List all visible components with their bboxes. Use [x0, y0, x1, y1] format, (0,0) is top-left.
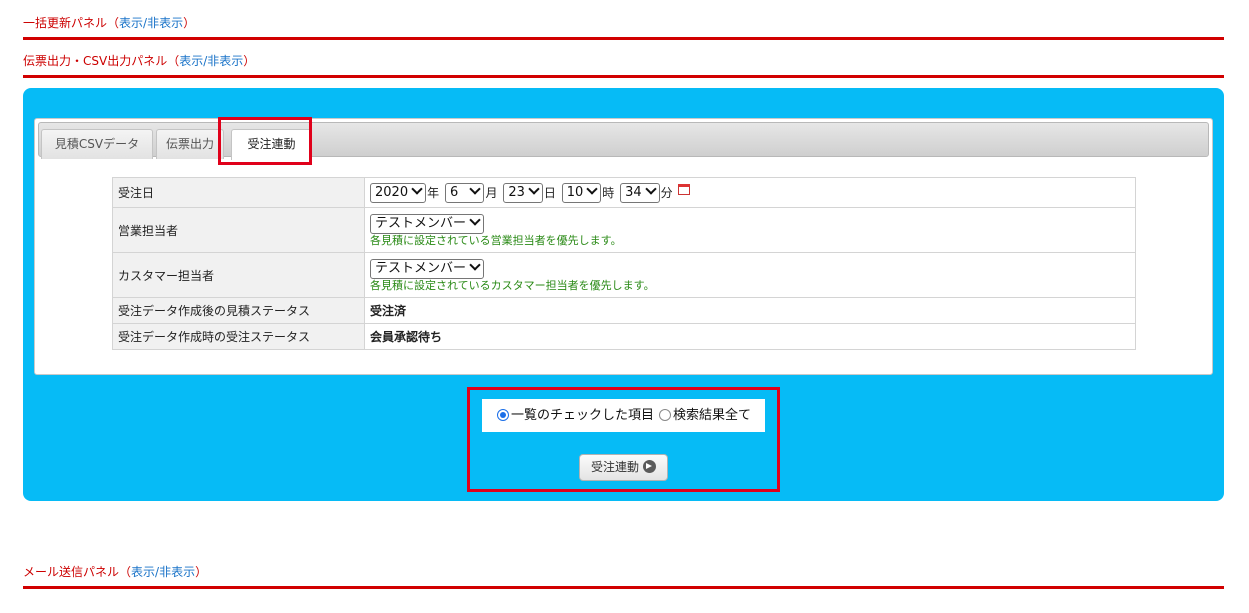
slip-csv-panel-heading: 伝票出力・CSV出力パネル（表示/非表示）: [23, 54, 1224, 78]
estimate-status-label: 受注データ作成後の見積ステータス: [112, 297, 365, 324]
chevron-down-icon: [469, 182, 482, 195]
table-row: 営業担当者 テストメンバー 各見積に設定されている営業担当者を優先します。: [112, 207, 1136, 253]
mail-toggle-link[interactable]: 表示/非表示: [131, 565, 195, 579]
sales-rep-field: テストメンバー 各見積に設定されている営業担当者を優先します。: [364, 207, 1136, 253]
order-date-label: 受注日: [112, 177, 365, 208]
tab-slip-output[interactable]: 伝票出力: [156, 129, 224, 159]
chevron-down-icon: [528, 182, 540, 195]
customer-rep-label: カスタマー担当者: [112, 252, 365, 298]
table-row: 受注日 2020 年 6 月 23 日 10 時 34 分: [112, 177, 1136, 208]
mail-panel-heading: メール送信パネル（表示/非表示）: [23, 565, 1224, 589]
hour-unit: 時: [602, 186, 615, 200]
slip-csv-toggle-link[interactable]: 表示/非表示: [179, 54, 243, 68]
minute-unit: 分: [660, 186, 673, 200]
order-date-field: 2020 年 6 月 23 日 10 時 34 分: [364, 177, 1136, 208]
sales-rep-select[interactable]: テストメンバー: [370, 213, 485, 234]
day-select[interactable]: 23: [503, 182, 543, 203]
order-link-button-label: 受注連動: [590, 460, 639, 474]
bulk-update-toggle-link[interactable]: 表示/非表示: [119, 16, 183, 30]
day-unit: 日: [543, 186, 556, 200]
sales-rep-label: 営業担当者: [112, 207, 365, 253]
chevron-down-icon: [586, 182, 598, 195]
year-select[interactable]: 2020: [370, 182, 427, 203]
chevron-down-icon: [469, 258, 481, 271]
table-row: 受注データ作成後の見積ステータス 受注済: [112, 297, 1136, 324]
paren-open: （: [167, 54, 180, 68]
tab-container: 見積CSVデータ 伝票出力 受注連動 受注日 2020 年 6 月 23 日 10 時…: [34, 117, 1213, 375]
order-link-button[interactable]: 受注連動: [579, 454, 668, 481]
day-value: 23: [508, 184, 525, 200]
table-row: カスタマー担当者 テストメンバー 各見積に設定されているカスタマー担当者を優先し…: [112, 252, 1136, 298]
calendar-icon[interactable]: [677, 184, 690, 195]
month-value: 6: [449, 184, 459, 200]
year-unit: 年: [427, 186, 440, 200]
paren-open: （: [107, 16, 120, 30]
customer-rep-field: テストメンバー 各見積に設定されているカスタマー担当者を優先します。: [364, 252, 1136, 298]
sales-rep-value: テストメンバー: [375, 215, 467, 231]
hour-select[interactable]: 10: [561, 182, 602, 203]
radio-all-results-label[interactable]: 検索結果全て: [673, 408, 751, 423]
mail-panel-title: メール送信パネル: [23, 565, 120, 579]
customer-rep-value: テストメンバー: [375, 260, 467, 276]
estimate-status-value: 受注済: [364, 297, 1136, 324]
order-status-value: 会員承認待ち: [364, 323, 1136, 350]
hour-value: 10: [566, 184, 584, 200]
tab-order-link[interactable]: 受注連動: [231, 129, 312, 160]
minute-value: 34: [625, 184, 642, 200]
tab-bar: 見積CSVデータ 伝票出力 受注連動: [38, 122, 1209, 160]
paren-close: ）: [183, 16, 196, 30]
bulk-update-panel-heading: 一括更新パネル（表示/非表示）: [23, 16, 1224, 40]
chevron-down-icon: [411, 182, 423, 195]
paren-open: （: [119, 565, 132, 579]
month-unit: 月: [485, 186, 498, 200]
arrow-right-circle-icon: [643, 460, 656, 473]
radio-all-results[interactable]: [659, 408, 672, 421]
radio-checked-items-label[interactable]: 一覧のチェックした項目: [511, 408, 654, 423]
sales-rep-note: 各見積に設定されている営業担当者を優先します。: [370, 233, 622, 247]
paren-close: ）: [243, 54, 256, 68]
chevron-down-icon: [644, 182, 657, 195]
bulk-update-panel-title: 一括更新パネル: [23, 16, 108, 30]
table-row: 受注データ作成時の受注ステータス 会員承認待ち: [112, 323, 1136, 350]
month-select[interactable]: 6: [444, 182, 485, 203]
minute-select[interactable]: 34: [620, 182, 660, 203]
customer-rep-note: 各見積に設定されているカスタマー担当者を優先します。: [370, 278, 655, 292]
paren-close: ）: [195, 565, 208, 579]
customer-rep-select[interactable]: テストメンバー: [370, 258, 485, 279]
year-value: 2020: [375, 184, 409, 200]
slip-csv-panel-body: 見積CSVデータ 伝票出力 受注連動 受注日 2020 年 6 月 23 日 10 時…: [23, 88, 1224, 501]
slip-csv-panel-title: 伝票出力・CSV出力パネル: [23, 54, 168, 68]
target-selector: 一覧のチェックした項目 検索結果全て: [482, 399, 765, 432]
order-link-form-table: 受注日 2020 年 6 月 23 日 10 時 34 分 営業担当者 テストメンバー …: [112, 177, 1136, 350]
radio-checked-items[interactable]: [497, 408, 509, 421]
chevron-down-icon: [469, 213, 481, 226]
order-status-label: 受注データ作成時の受注ステータス: [112, 323, 365, 350]
tab-estimate-csv[interactable]: 見積CSVデータ: [41, 129, 153, 159]
